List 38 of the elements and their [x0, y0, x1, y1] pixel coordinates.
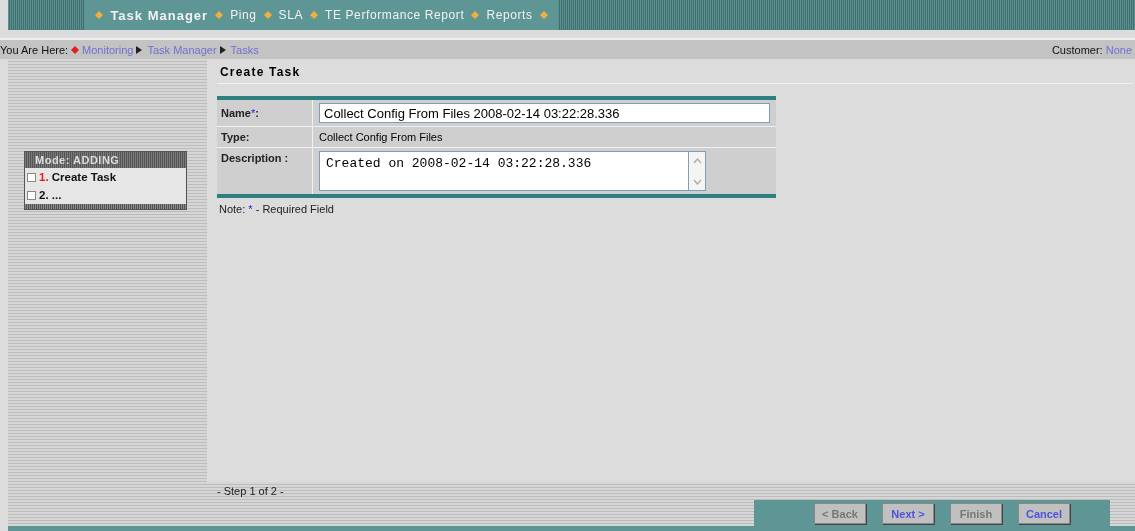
- nav-tab[interactable]: SLA: [278, 8, 304, 22]
- description-label: Description :: [217, 148, 313, 194]
- scroll-up-icon[interactable]: [692, 157, 702, 164]
- step-item[interactable]: 2. ...: [25, 186, 186, 204]
- nav-tab[interactable]: Reports: [486, 8, 533, 22]
- type-value: Collect Config From Files: [319, 131, 443, 143]
- customer-label: Customer:: [1051, 43, 1104, 56]
- scroll-down-icon[interactable]: [692, 178, 702, 185]
- nav-tab[interactable]: Task Manager: [110, 7, 209, 23]
- breadcrumb-link[interactable]: Task Manager: [147, 43, 217, 56]
- type-label: Type:: [217, 127, 313, 147]
- nav-tab[interactable]: TE Performance Report: [325, 8, 465, 22]
- diamond-icon: [215, 11, 224, 19]
- diamond-icon: [539, 11, 548, 19]
- diamond-icon: [95, 11, 104, 19]
- mode-title: Mode: ADDING: [25, 152, 186, 168]
- customer-link[interactable]: None: [1105, 43, 1132, 56]
- description-field[interactable]: Created on 2008-02-14 03:22:28.336: [319, 151, 688, 191]
- diamond-icon: [471, 11, 480, 19]
- step-indicator: - Step 1 of 2 -: [217, 484, 284, 497]
- diamond-icon: [71, 45, 80, 54]
- breadcrumb-link[interactable]: Tasks: [230, 43, 259, 56]
- checkbox-icon: [27, 190, 36, 200]
- diamond-icon: [263, 11, 272, 19]
- arrow-icon: [219, 45, 226, 54]
- scrollbar[interactable]: [688, 151, 706, 191]
- name-field[interactable]: Collect Config From Files 2008-02-14 03:22:28.336: [319, 103, 770, 123]
- breadcrumb-label: You Are Here:: [0, 43, 69, 56]
- step-item[interactable]: 1. Create Task: [25, 168, 186, 186]
- diamond-icon: [310, 11, 319, 19]
- wizard-button[interactable]: Next >: [882, 503, 934, 524]
- wizard-button[interactable]: Cancel: [1018, 503, 1070, 524]
- nav-tab[interactable]: Ping: [230, 8, 257, 22]
- required-field-note: Note: * - Required Field: [218, 202, 335, 217]
- breadcrumb-link[interactable]: Monitoring: [82, 43, 134, 56]
- page-title: Create Task: [217, 59, 1133, 84]
- arrow-icon: [136, 45, 143, 54]
- checkbox-icon: [27, 172, 36, 182]
